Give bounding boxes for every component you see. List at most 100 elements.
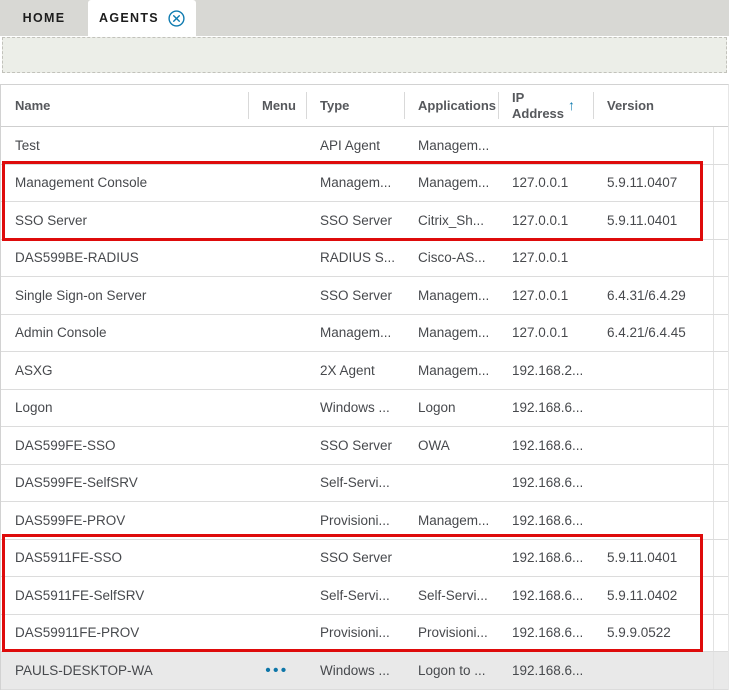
cell-gutter [713, 127, 728, 164]
cell-type: Self-Servi... [306, 465, 404, 502]
table-row[interactable]: Single Sign-on Server SSO Server Managem… [1, 277, 728, 315]
cell-menu [248, 502, 306, 539]
cell-version: 6.4.21/6.4.45 [593, 315, 713, 352]
cell-gutter [713, 240, 728, 277]
table-row[interactable]: DAS599BE-RADIUS RADIUS S... Cisco-AS... … [1, 240, 728, 278]
cell-version: 5.9.9.0522 [593, 615, 713, 652]
cell-ip-address: 127.0.0.1 [498, 240, 593, 277]
cell-applications: Managem... [404, 165, 498, 202]
table-row[interactable]: DAS5911FE-SelfSRV Self-Servi... Self-Ser… [1, 577, 728, 615]
table-row[interactable]: ASXG 2X Agent Managem... 192.168.2... [1, 352, 728, 390]
cell-gutter [713, 427, 728, 464]
cell-gutter [713, 277, 728, 314]
cell-version: 5.9.11.0401 [593, 202, 713, 239]
table-body: Test API Agent Managem... Management Con… [1, 127, 728, 690]
column-header-applications[interactable]: Applications [404, 85, 498, 126]
cell-menu [248, 352, 306, 389]
cell-version [593, 127, 713, 164]
cell-version: 5.9.11.0402 [593, 577, 713, 614]
cell-version: 5.9.11.0407 [593, 165, 713, 202]
table-row[interactable]: DAS599FE-PROV Provisioni... Managem... 1… [1, 502, 728, 540]
cell-ip-address: 192.168.6... [498, 577, 593, 614]
cell-name: DAS599FE-SelfSRV [1, 465, 248, 502]
filter-drop-zone[interactable] [2, 37, 727, 73]
agents-screen: HOME AGENTS Name Menu Type [0, 0, 729, 691]
cell-type: API Agent [306, 127, 404, 164]
tab-bar: HOME AGENTS [0, 0, 729, 36]
cell-gutter [713, 615, 728, 652]
cell-type: SSO Server [306, 427, 404, 464]
table-row[interactable]: SSO Server SSO Server Citrix_Sh... 127.0… [1, 202, 728, 240]
column-header-type[interactable]: Type [306, 85, 404, 126]
cell-applications [404, 465, 498, 502]
cell-gutter [713, 165, 728, 202]
cell-ip-address: 192.168.6... [498, 502, 593, 539]
cell-version: 6.4.31/6.4.29 [593, 277, 713, 314]
cell-applications: OWA [404, 427, 498, 464]
cell-name: DAS5911FE-SelfSRV [1, 577, 248, 614]
cell-menu [248, 240, 306, 277]
cell-ip-address: 192.168.6... [498, 427, 593, 464]
table-row[interactable]: Test API Agent Managem... [1, 127, 728, 165]
tab-home[interactable]: HOME [0, 0, 88, 36]
cell-applications: Citrix_Sh... [404, 202, 498, 239]
tab-agents[interactable]: AGENTS [88, 0, 196, 36]
cell-applications: Managem... [404, 127, 498, 164]
cell-type: Provisioni... [306, 502, 404, 539]
cell-type: SSO Server [306, 540, 404, 577]
cell-gutter [713, 465, 728, 502]
sort-ascending-icon[interactable]: ↑ [568, 97, 575, 114]
cell-type: Managem... [306, 315, 404, 352]
close-tab-icon[interactable] [168, 10, 185, 27]
cell-type: Provisioni... [306, 615, 404, 652]
table-row[interactable]: Management Console Managem... Managem...… [1, 165, 728, 203]
column-header-name[interactable]: Name [1, 85, 248, 126]
cell-gutter [713, 202, 728, 239]
cell-name: DAS59911FE-PROV [1, 615, 248, 652]
cell-name: Single Sign-on Server [1, 277, 248, 314]
cell-name: Management Console [1, 165, 248, 202]
agents-table: Name Menu Type Applications IP Address ↑… [0, 84, 729, 690]
table-row[interactable]: DAS599FE-SelfSRV Self-Servi... 192.168.6… [1, 465, 728, 503]
cell-name: DAS599BE-RADIUS [1, 240, 248, 277]
cell-menu [248, 165, 306, 202]
cell-gutter [713, 352, 728, 389]
row-menu-button[interactable]: ••• [248, 652, 306, 689]
cell-type: RADIUS S... [306, 240, 404, 277]
cell-menu [248, 315, 306, 352]
cell-ip-address: 192.168.6... [498, 652, 593, 689]
cell-name: ASXG [1, 352, 248, 389]
tab-agents-label: AGENTS [99, 11, 159, 25]
cell-name: DAS599FE-PROV [1, 502, 248, 539]
cell-version [593, 465, 713, 502]
cell-menu [248, 127, 306, 164]
column-header-version[interactable]: Version [593, 85, 713, 126]
cell-menu [248, 390, 306, 427]
cell-applications: Managem... [404, 352, 498, 389]
cell-ip-address: 127.0.0.1 [498, 202, 593, 239]
table-header-row: Name Menu Type Applications IP Address ↑… [1, 85, 728, 127]
cell-applications [404, 540, 498, 577]
column-header-menu[interactable]: Menu [248, 85, 306, 126]
cell-gutter [713, 577, 728, 614]
table-row[interactable]: PAULS-DESKTOP-WA ••• Windows ... Logon t… [1, 652, 728, 690]
cell-gutter [713, 540, 728, 577]
cell-version [593, 352, 713, 389]
cell-ip-address: 192.168.2... [498, 352, 593, 389]
cell-type: 2X Agent [306, 352, 404, 389]
table-row[interactable]: Logon Windows ... Logon 192.168.6... [1, 390, 728, 428]
table-row[interactable]: DAS5911FE-SSO SSO Server 192.168.6... 5.… [1, 540, 728, 578]
cell-applications: Self-Servi... [404, 577, 498, 614]
cell-name: SSO Server [1, 202, 248, 239]
cell-gutter [713, 502, 728, 539]
cell-version [593, 390, 713, 427]
cell-menu [248, 577, 306, 614]
cell-applications: Cisco-AS... [404, 240, 498, 277]
table-row[interactable]: DAS59911FE-PROV Provisioni... Provisioni… [1, 615, 728, 653]
cell-name: Admin Console [1, 315, 248, 352]
cell-menu [248, 202, 306, 239]
column-header-ip-address[interactable]: IP Address ↑ [498, 85, 593, 126]
table-row[interactable]: Admin Console Managem... Managem... 127.… [1, 315, 728, 353]
table-row[interactable]: DAS599FE-SSO SSO Server OWA 192.168.6... [1, 427, 728, 465]
cell-menu [248, 615, 306, 652]
